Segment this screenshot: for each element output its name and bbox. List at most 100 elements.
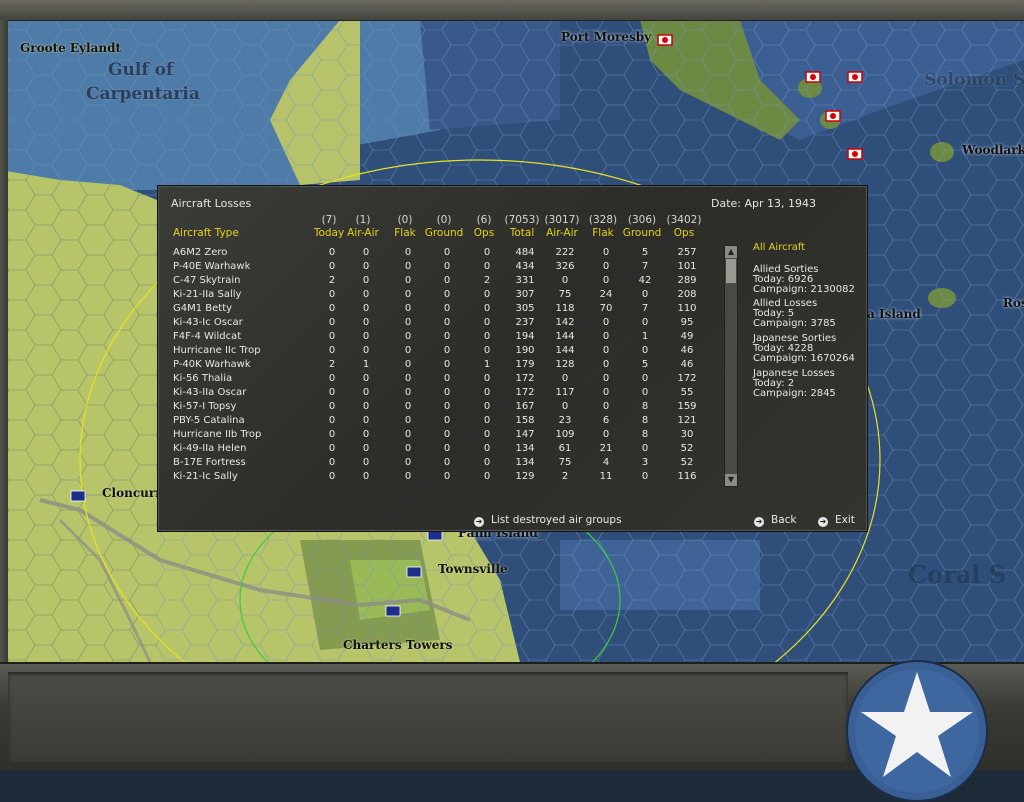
scroll-up-icon[interactable]: ▲: [725, 246, 737, 258]
value-cell: 46: [680, 345, 694, 356]
value-cell: 8: [641, 429, 649, 440]
value-cell: 0: [328, 345, 336, 356]
value-cell: 0: [362, 429, 370, 440]
back-label: Back: [771, 514, 797, 526]
header-aircraft-type[interactable]: Aircraft Type: [173, 227, 239, 239]
value-cell: 0: [328, 373, 336, 384]
value-cell: 8: [641, 401, 649, 412]
table-row[interactable]: F4F-4 Wildcat 0 0 0 0 0 194 144 0 1 49: [173, 331, 733, 345]
value-cell: 0: [602, 387, 610, 398]
aircraft-type-cell: Ki-57-I Topsy: [173, 401, 237, 412]
column-total-1: (1): [355, 214, 371, 226]
column-header-6[interactable]: Air-Air: [542, 227, 582, 239]
value-cell: 8: [641, 415, 649, 426]
value-cell: 0: [641, 387, 649, 398]
value-cell: 0: [561, 401, 569, 412]
value-cell: 0: [483, 429, 491, 440]
table-row[interactable]: Ki-43-Ic Oscar 0 0 0 0 0 237 142 0 0 95: [173, 317, 733, 331]
filter-all-aircraft[interactable]: All Aircraft: [753, 243, 805, 253]
value-cell: 0: [443, 457, 451, 468]
value-cell: 0: [404, 247, 412, 258]
table-scrollbar[interactable]: ▲ ▼: [724, 245, 738, 487]
table-row[interactable]: Hurricane IIc Trop 0 0 0 0 0 190 144 0 0 46: [173, 345, 733, 359]
column-total-4: (6): [476, 214, 492, 226]
scroll-down-icon[interactable]: ▼: [725, 474, 737, 486]
value-cell: 1: [483, 359, 491, 370]
value-cell: 190: [515, 345, 535, 356]
column-total-3: (0): [436, 214, 452, 226]
table-row[interactable]: Ki-21-IIa Sally 0 0 0 0 0 307 75 24 0 208: [173, 289, 733, 303]
column-total-7: (328): [588, 214, 618, 226]
value-cell: 144: [555, 345, 575, 356]
column-header-2[interactable]: Flak: [385, 227, 425, 239]
value-cell: 0: [483, 457, 491, 468]
value-cell: 159: [677, 401, 697, 412]
table-row[interactable]: P-40K Warhawk 2 1 0 0 1 179 128 0 5 46: [173, 359, 733, 373]
column-header-8[interactable]: Ground: [622, 227, 662, 239]
star-emblem-icon[interactable]: [846, 660, 988, 802]
bottom-panel-inner: [8, 672, 848, 762]
value-cell: 118: [555, 303, 575, 314]
column-header-1[interactable]: Air-Air: [343, 227, 383, 239]
value-cell: 0: [404, 415, 412, 426]
table-row[interactable]: B-17E Fortress 0 0 0 0 0 134 75 4 3 52: [173, 457, 733, 471]
value-cell: 194: [515, 331, 535, 342]
list-destroyed-label: List destroyed air groups: [491, 514, 622, 526]
aircraft-type-cell: Ki-43-IIa Oscar: [173, 387, 247, 398]
value-cell: 0: [483, 247, 491, 258]
value-cell: 0: [404, 471, 412, 482]
table-row[interactable]: Ki-57-I Topsy 0 0 0 0 0 167 0 0 8 159: [173, 401, 733, 415]
value-cell: 331: [515, 275, 535, 286]
value-cell: 0: [443, 401, 451, 412]
scroll-thumb[interactable]: [726, 259, 736, 283]
table-row[interactable]: Ki-21-Ic Sally 0 0 0 0 0 129 2 11 0 116: [173, 471, 733, 485]
column-header-4[interactable]: Ops: [464, 227, 504, 239]
column-header-5[interactable]: Total: [502, 227, 542, 239]
value-cell: 6: [602, 415, 610, 426]
value-cell: 0: [602, 359, 610, 370]
value-cell: 0: [602, 401, 610, 412]
aircraft-type-cell: Hurricane IIb Trop: [173, 429, 262, 440]
value-cell: 0: [404, 331, 412, 342]
map-label-cloncurry: Cloncurr: [102, 486, 162, 500]
value-cell: 2: [483, 275, 491, 286]
column-header-9[interactable]: Ops: [664, 227, 704, 239]
value-cell: 326: [555, 261, 575, 272]
exit-button[interactable]: ➜ Exit: [818, 514, 855, 527]
aircraft-type-cell: Hurricane IIc Trop: [173, 345, 261, 356]
value-cell: 0: [602, 261, 610, 272]
value-cell: 0: [404, 261, 412, 272]
aircraft-type-cell: F4F-4 Wildcat: [173, 331, 242, 342]
value-cell: 0: [404, 303, 412, 314]
value-cell: 0: [443, 275, 451, 286]
table-row[interactable]: PBY-5 Catalina 0 0 0 0 0 158 23 6 8 121: [173, 415, 733, 429]
value-cell: 0: [641, 443, 649, 454]
value-cell: 0: [404, 373, 412, 384]
table-row[interactable]: Ki-56 Thalia 0 0 0 0 0 172 0 0 0 172: [173, 373, 733, 387]
value-cell: 1: [362, 359, 370, 370]
value-cell: 117: [555, 387, 575, 398]
table-row[interactable]: Ki-43-IIa Oscar 0 0 0 0 0 172 117 0 0 55: [173, 387, 733, 401]
table-row[interactable]: A6M2 Zero 0 0 0 0 0 484 222 0 5 257: [173, 247, 733, 261]
column-total-8: (306): [627, 214, 657, 226]
table-row[interactable]: C-47 Skytrain 2 0 0 0 2 331 0 0 42 289: [173, 275, 733, 289]
column-header-7[interactable]: Flak: [583, 227, 623, 239]
value-cell: 0: [328, 415, 336, 426]
value-cell: 1: [641, 331, 649, 342]
table-row[interactable]: Ki-49-IIa Helen 0 0 0 0 0 134 61 21 0 52: [173, 443, 733, 457]
column-header-3[interactable]: Ground: [424, 227, 464, 239]
value-cell: 21: [599, 443, 613, 454]
value-cell: 172: [677, 373, 697, 384]
value-cell: 0: [328, 261, 336, 272]
value-cell: 5: [641, 247, 649, 258]
value-cell: 0: [362, 457, 370, 468]
back-button[interactable]: ➜ Back: [754, 514, 797, 527]
value-cell: 0: [443, 387, 451, 398]
value-cell: 0: [443, 247, 451, 258]
table-row[interactable]: P-40E Warhawk 0 0 0 0 0 434 326 0 7 101: [173, 261, 733, 275]
table-row[interactable]: G4M1 Betty 0 0 0 0 0 305 118 70 7 110: [173, 303, 733, 317]
value-cell: 5: [641, 359, 649, 370]
table-row[interactable]: Hurricane IIb Trop 0 0 0 0 0 147 109 0 8 30: [173, 429, 733, 443]
value-cell: 0: [404, 275, 412, 286]
list-destroyed-air-groups-button[interactable]: ➜ List destroyed air groups: [474, 514, 622, 527]
